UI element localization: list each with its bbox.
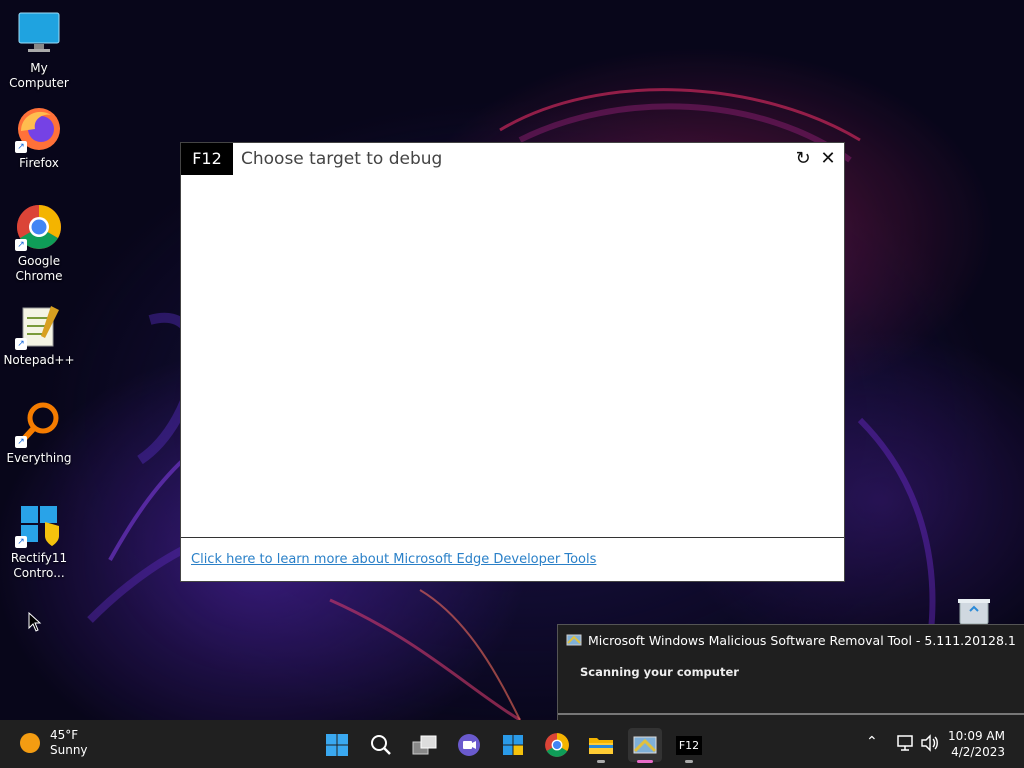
f12-badge: F12 (181, 143, 233, 175)
mouse-cursor-icon (28, 611, 42, 636)
magnifier-icon: ↗ (15, 400, 63, 448)
desktop-icon-label: My Computer (9, 61, 69, 90)
desktop-icon-label: Firefox (19, 156, 59, 170)
desktop-icon-label: Notepad++ (3, 353, 75, 367)
clock-time: 10:09 AM (948, 729, 1005, 743)
window-title: Choose target to debug (241, 149, 443, 169)
folder-icon (589, 738, 613, 754)
chrome-icon (545, 733, 569, 757)
shortcut-arrow-icon: ↗ (15, 536, 27, 548)
desktop-icon-my-computer[interactable]: My Computer (0, 10, 78, 91)
weather-widget[interactable]: 45°F Sunny (20, 728, 88, 758)
clock-date: 4/2/2023 (951, 745, 1005, 759)
f12-taskbar-label: F12 (675, 735, 703, 755)
close-icon[interactable]: ✕ (817, 148, 839, 170)
taskbar-msrt[interactable] (628, 728, 662, 763)
notification-message: Scanning your computer (580, 665, 739, 679)
learn-more-link[interactable]: Click here to learn more about Microsoft… (191, 552, 596, 567)
search-button[interactable] (364, 728, 398, 762)
shortcut-arrow-icon: ↗ (15, 239, 27, 251)
shortcut-arrow-icon: ↗ (15, 141, 27, 153)
refresh-icon[interactable]: ↻ (792, 148, 814, 170)
taskbar: 45°F Sunny F12 ⌃ 10:09 AM 4/2/2023 (0, 720, 1024, 768)
desktop-icon-everything[interactable]: ↗ Everything (0, 400, 78, 466)
recycle-bin-icon[interactable] (956, 597, 992, 625)
volume-icon[interactable] (920, 734, 940, 756)
desktop-icon-google-chrome[interactable]: ↗ Google Chrome (0, 203, 78, 284)
sun-icon (20, 733, 40, 753)
chrome-icon: ↗ (15, 203, 63, 251)
network-icon[interactable] (896, 734, 916, 756)
desktop-icon-notepad-plus-plus[interactable]: ↗ Notepad++ (0, 302, 78, 368)
taskbar-chrome[interactable] (540, 728, 574, 762)
debug-target-window: F12 Choose target to debug ↻ ✕ Click her… (180, 142, 845, 582)
monitor-icon (15, 10, 63, 58)
notepad-plus-plus-icon: ↗ (15, 302, 63, 350)
task-view-icon (412, 735, 437, 755)
desktop-icon-label: Google Chrome (15, 254, 63, 283)
desktop-icon-label: Everything (6, 451, 72, 465)
active-indicator (637, 760, 653, 763)
taskbar-file-explorer[interactable] (584, 728, 618, 763)
windows-logo-icon (326, 734, 348, 756)
windows-shield-icon: ↗ (15, 500, 63, 548)
window-footer: Click here to learn more about Microsoft… (181, 538, 844, 580)
widgets-button[interactable] (496, 728, 530, 762)
store-icon (503, 735, 523, 755)
desktop-icon-rectify11[interactable]: ↗ Rectify11 Contro... (0, 500, 78, 581)
shortcut-arrow-icon: ↗ (15, 338, 27, 350)
task-view-button[interactable] (408, 728, 442, 762)
weather-condition: Sunny (50, 743, 88, 757)
window-titlebar[interactable]: F12 Choose target to debug ↻ ✕ (181, 143, 844, 175)
show-hidden-icons-chevron-icon[interactable]: ⌃ (866, 734, 878, 750)
shortcut-arrow-icon: ↗ (15, 436, 27, 448)
running-indicator (685, 760, 693, 763)
taskbar-f12-devtools[interactable]: F12 (672, 728, 706, 763)
firefox-icon: ↗ (15, 105, 63, 153)
start-button[interactable] (320, 728, 354, 762)
desktop-icon-label: Rectify11 Contro... (10, 551, 68, 580)
search-icon (371, 735, 391, 755)
clock[interactable]: 10:09 AM 4/2/2023 (948, 728, 1005, 760)
chat-button[interactable] (452, 728, 486, 762)
target-list (181, 175, 844, 538)
notification-progress-track (558, 713, 1024, 715)
weather-temp: 45°F (50, 728, 79, 742)
chat-icon (458, 734, 480, 756)
running-indicator (597, 760, 605, 763)
msrt-icon (633, 736, 657, 754)
msrt-icon (566, 632, 582, 646)
notification-toast[interactable]: Microsoft Windows Malicious Software Rem… (557, 624, 1024, 721)
desktop-icon-firefox[interactable]: ↗ Firefox (0, 105, 78, 171)
notification-title: Microsoft Windows Malicious Software Rem… (588, 633, 1016, 648)
